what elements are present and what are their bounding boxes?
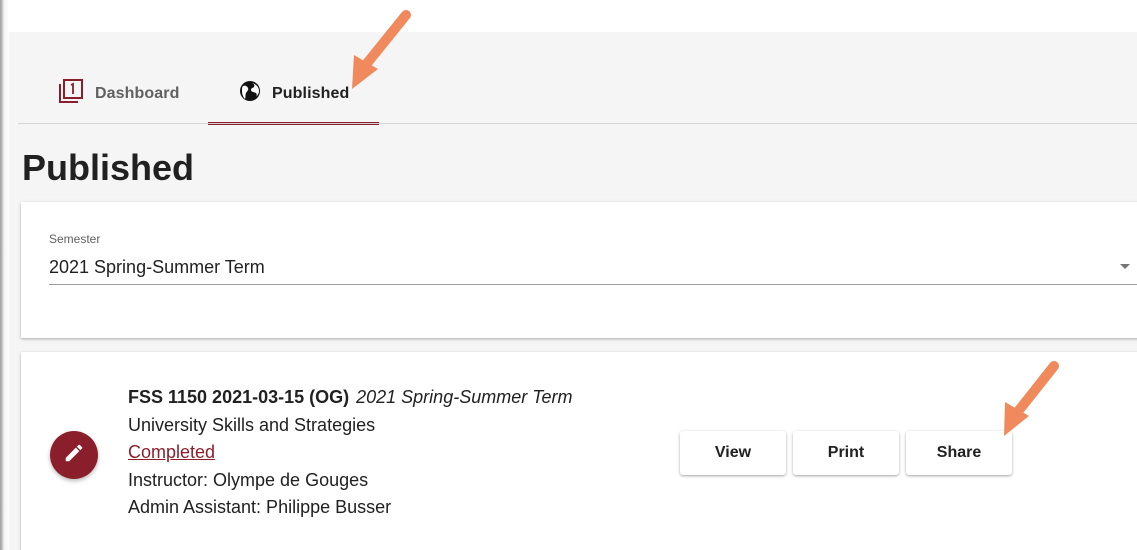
tab-published[interactable]: Published [208, 64, 379, 125]
course-term: 2021 Spring-Summer Term [356, 387, 573, 407]
tab-dashboard-label: Dashboard [95, 84, 180, 102]
globe-icon [239, 80, 261, 107]
pencil-icon [63, 442, 85, 469]
tab-divider [18, 123, 1137, 124]
window-edge [0, 0, 9, 550]
semester-select[interactable]: 2021 Spring-Summer Term [49, 257, 265, 278]
course-instructor: Instructor: Olympe de Gouges [128, 469, 369, 490]
course-details: FSS 1150 2021-03-15 (OG) 2021 Spring-Summ… [128, 384, 573, 522]
app-window: Dashboard Published Published Semester 2… [9, 0, 1137, 550]
course-admin-assistant: Admin Assistant: Philippe Busser [128, 497, 392, 517]
semester-select-underline [49, 284, 1137, 285]
dashboard-icon [58, 78, 84, 109]
status-link[interactable]: Completed [128, 442, 215, 462]
semester-filter-card: Semester 2021 Spring-Summer Term [21, 202, 1137, 338]
dropdown-arrow-icon[interactable] [1120, 264, 1130, 269]
view-button[interactable]: View [680, 431, 786, 475]
top-bar [9, 0, 1137, 32]
course-name: University Skills and Strategies [128, 414, 376, 435]
course-status: Completed [128, 439, 573, 467]
course-header: FSS 1150 2021-03-15 (OG) 2021 Spring-Summ… [128, 384, 573, 412]
course-code: FSS 1150 2021-03-15 (OG) [128, 387, 350, 407]
course-card: FSS 1150 2021-03-15 (OG) 2021 Spring-Summ… [21, 352, 1137, 550]
screenshot-viewport: Dashboard Published Published Semester 2… [0, 0, 1137, 550]
tab-dashboard[interactable]: Dashboard [58, 64, 179, 123]
print-button[interactable]: Print [793, 431, 899, 475]
tab-published-label: Published [272, 84, 350, 102]
semester-field-label: Semester [49, 232, 101, 246]
edit-button[interactable] [50, 431, 98, 479]
tab-bar: Dashboard Published [18, 64, 1137, 125]
page-title: Published [22, 147, 195, 188]
share-button[interactable]: Share [906, 431, 1012, 475]
